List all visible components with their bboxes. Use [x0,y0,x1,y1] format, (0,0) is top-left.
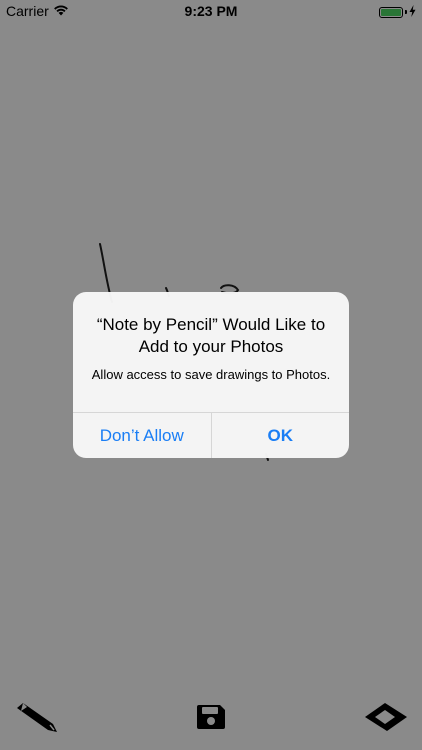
dont-allow-button[interactable]: Don’t Allow [73,413,212,458]
alert-message: Allow access to save drawings to Photos. [91,367,331,382]
alert-title: “Note by Pencil” Would Like to Add to yo… [96,315,326,356]
ok-button[interactable]: OK [212,413,350,458]
alert-button-row: Don’t Allow OK [73,412,349,458]
app-screen: Carrier 9:23 PM “Note by Pencil” Would L… [0,0,422,750]
photos-permission-alert: “Note by Pencil” Would Like to Add to yo… [73,292,349,458]
